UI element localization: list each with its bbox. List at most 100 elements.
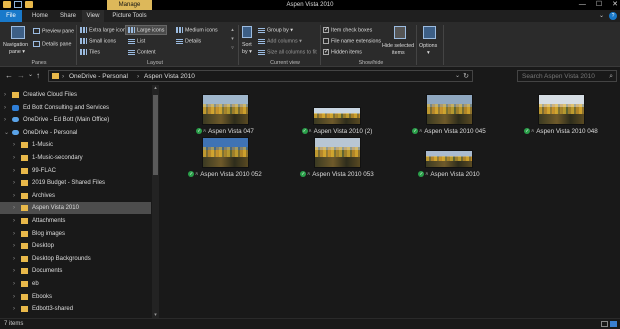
breadcrumb-separator[interactable]: › bbox=[137, 71, 139, 82]
nav-item[interactable]: › eb bbox=[0, 278, 151, 290]
photo-thumbnail[interactable] bbox=[425, 94, 473, 125]
nav-item[interactable]: › Blog images bbox=[0, 228, 151, 240]
nav-item[interactable]: › Edbott3-shared bbox=[0, 303, 151, 315]
chevron-right-icon[interactable]: › bbox=[13, 165, 15, 177]
chevron-right-icon[interactable]: › bbox=[13, 215, 15, 227]
options-button[interactable]: Options bbox=[419, 43, 437, 49]
nav-item[interactable]: › 99-FLAC bbox=[0, 165, 151, 177]
tab-manage[interactable]: Manage bbox=[107, 0, 152, 10]
nav-item[interactable]: › Documents bbox=[0, 265, 151, 277]
large-icons-view-icon[interactable] bbox=[610, 321, 617, 327]
nav-item[interactable]: › Aspen Vista 2010 bbox=[0, 202, 151, 215]
photo-thumbnail[interactable] bbox=[201, 137, 249, 168]
file-name-extensions-toggle[interactable]: File name extensions bbox=[323, 38, 381, 44]
tab-view[interactable]: View bbox=[82, 10, 104, 22]
group-by-button[interactable]: Group by ▾ bbox=[258, 27, 293, 33]
nav-item[interactable]: › Ebooks bbox=[0, 291, 151, 303]
refresh-icon[interactable]: ↻ bbox=[463, 71, 469, 82]
options-dropdown[interactable]: ▾ bbox=[427, 50, 430, 56]
photo-thumbnail[interactable] bbox=[537, 94, 585, 125]
nav-item[interactable]: › Creative Cloud Files bbox=[0, 89, 151, 101]
size-columns-button[interactable]: Size all columns to fit bbox=[258, 49, 317, 55]
close-button[interactable]: ✕ bbox=[612, 0, 618, 10]
navigation-pane-dropdown[interactable]: pane ▾ bbox=[9, 49, 25, 55]
item-check-boxes-toggle[interactable]: Item check boxes bbox=[323, 26, 372, 33]
back-button[interactable]: ← bbox=[5, 71, 13, 80]
up-button[interactable]: ↑ bbox=[36, 71, 40, 80]
chevron-down-icon[interactable]: ⌄ bbox=[455, 71, 460, 82]
chevron-right-icon[interactable]: › bbox=[13, 139, 15, 151]
details-view-icon[interactable] bbox=[601, 321, 608, 327]
address-bar[interactable]: › OneDrive - Personal › Aspen Vista 2010… bbox=[48, 70, 473, 82]
nav-item[interactable]: › Desktop Backgrounds bbox=[0, 253, 151, 265]
help-icon[interactable]: ? bbox=[609, 12, 617, 20]
nav-item[interactable]: ⌄ OneDrive - Personal bbox=[0, 127, 151, 139]
nav-item[interactable]: › Desktop bbox=[0, 240, 151, 252]
photo-thumbnail[interactable] bbox=[313, 137, 361, 168]
breadcrumb-separator[interactable]: › bbox=[62, 71, 64, 82]
file-item[interactable]: ✓ ጰ Aspen Vista 2010 052 bbox=[170, 133, 280, 178]
small-icons-button[interactable]: Small icons bbox=[80, 38, 116, 44]
layout-scroll[interactable]: ▴ ▾ ▿ bbox=[229, 26, 236, 53]
large-icons-button[interactable]: Large icons bbox=[124, 24, 168, 36]
chevron-right-icon[interactable]: › bbox=[4, 89, 6, 101]
nav-item[interactable]: › OneDrive - Ed Bott (Main Office) bbox=[0, 114, 151, 126]
search-input[interactable]: Search Aspen Vista 2010 ⌕ bbox=[517, 70, 617, 82]
sort-by-button[interactable]: Sort bbox=[242, 42, 252, 48]
forward-button[interactable]: → bbox=[17, 71, 25, 80]
chevron-down-icon[interactable]: ⌄ bbox=[4, 127, 9, 139]
extra-large-icons-button[interactable]: Extra large icons bbox=[80, 27, 128, 33]
breadcrumb-aspen-vista-2010[interactable]: Aspen Vista 2010 bbox=[144, 71, 195, 82]
chevron-right-icon[interactable]: › bbox=[13, 228, 15, 240]
minimize-button[interactable]: — bbox=[579, 0, 586, 10]
chevron-right-icon[interactable]: › bbox=[4, 102, 6, 114]
checkbox-unchecked[interactable] bbox=[323, 38, 329, 44]
checkbox-checked[interactable] bbox=[323, 48, 329, 55]
chevron-right-icon[interactable]: › bbox=[13, 278, 15, 290]
chevron-down-icon[interactable]: ⌄ bbox=[599, 10, 604, 22]
chevron-right-icon[interactable]: › bbox=[13, 291, 15, 303]
recent-locations-button[interactable]: ⌄ bbox=[28, 71, 33, 80]
chevron-right-icon[interactable]: › bbox=[13, 202, 15, 214]
chevron-right-icon[interactable]: › bbox=[13, 253, 15, 265]
nav-item[interactable]: › 2019 Budget - Shared Files bbox=[0, 177, 151, 189]
tiles-button[interactable]: Tiles bbox=[80, 49, 100, 55]
tab-file[interactable]: File bbox=[0, 10, 22, 22]
file-item[interactable]: ✓ ጰ Aspen Vista 2010 048 bbox=[506, 90, 616, 135]
sort-by-dropdown[interactable]: by ▾ bbox=[242, 49, 252, 55]
chevron-right-icon[interactable]: › bbox=[4, 114, 6, 126]
nav-item[interactable]: › 1-Music bbox=[0, 139, 151, 151]
chevron-right-icon[interactable]: › bbox=[13, 240, 15, 252]
chevron-right-icon[interactable]: › bbox=[13, 177, 15, 189]
photo-thumbnail[interactable] bbox=[425, 150, 473, 168]
chevron-right-icon[interactable]: › bbox=[13, 152, 15, 164]
photo-thumbnail[interactable] bbox=[313, 107, 361, 125]
file-item[interactable]: ✓ ጰ Aspen Vista 2010 045 bbox=[394, 90, 504, 135]
maximize-button[interactable]: ☐ bbox=[596, 0, 602, 10]
tab-share[interactable]: Share bbox=[55, 10, 81, 22]
checkbox-checked[interactable] bbox=[323, 26, 329, 33]
nav-item[interactable]: › Attachments bbox=[0, 215, 151, 227]
tab-picture-tools[interactable]: Picture Tools bbox=[107, 10, 152, 22]
scrollbar-thumb[interactable] bbox=[153, 95, 158, 175]
search-icon[interactable]: ⌕ bbox=[609, 71, 613, 82]
navigation-pane-button[interactable]: Navigation bbox=[3, 42, 28, 48]
file-item[interactable]: ✓ ጰ Aspen Vista 047 bbox=[170, 90, 280, 135]
details-button[interactable]: Details bbox=[176, 38, 201, 44]
tab-home[interactable]: Home bbox=[27, 10, 53, 22]
add-columns-button[interactable]: Add columns ▾ bbox=[258, 38, 302, 44]
breadcrumb-onedrive-personal[interactable]: OneDrive - Personal bbox=[69, 71, 128, 82]
preview-pane-button[interactable]: Preview pane bbox=[33, 28, 74, 34]
file-item[interactable]: ✓ ጰ Aspen Vista 2010 bbox=[394, 133, 504, 178]
nav-item[interactable]: › 1-Music-secondary bbox=[0, 152, 151, 164]
hidden-items-toggle[interactable]: Hidden items bbox=[323, 48, 362, 55]
hide-selected-button[interactable]: Hide selected bbox=[382, 43, 414, 49]
chevron-right-icon[interactable]: › bbox=[13, 190, 15, 202]
list-button[interactable]: List bbox=[128, 38, 145, 44]
details-pane-button[interactable]: Details pane bbox=[33, 41, 71, 47]
nav-item[interactable]: › Archives bbox=[0, 190, 151, 202]
file-item[interactable]: ✓ ጰ Aspen Vista 2010 (2) bbox=[282, 90, 392, 135]
nav-scrollbar[interactable]: ▴ ▾ bbox=[152, 85, 159, 318]
scroll-up-icon[interactable]: ▴ bbox=[152, 85, 159, 91]
medium-icons-button[interactable]: Medium icons bbox=[176, 27, 218, 33]
